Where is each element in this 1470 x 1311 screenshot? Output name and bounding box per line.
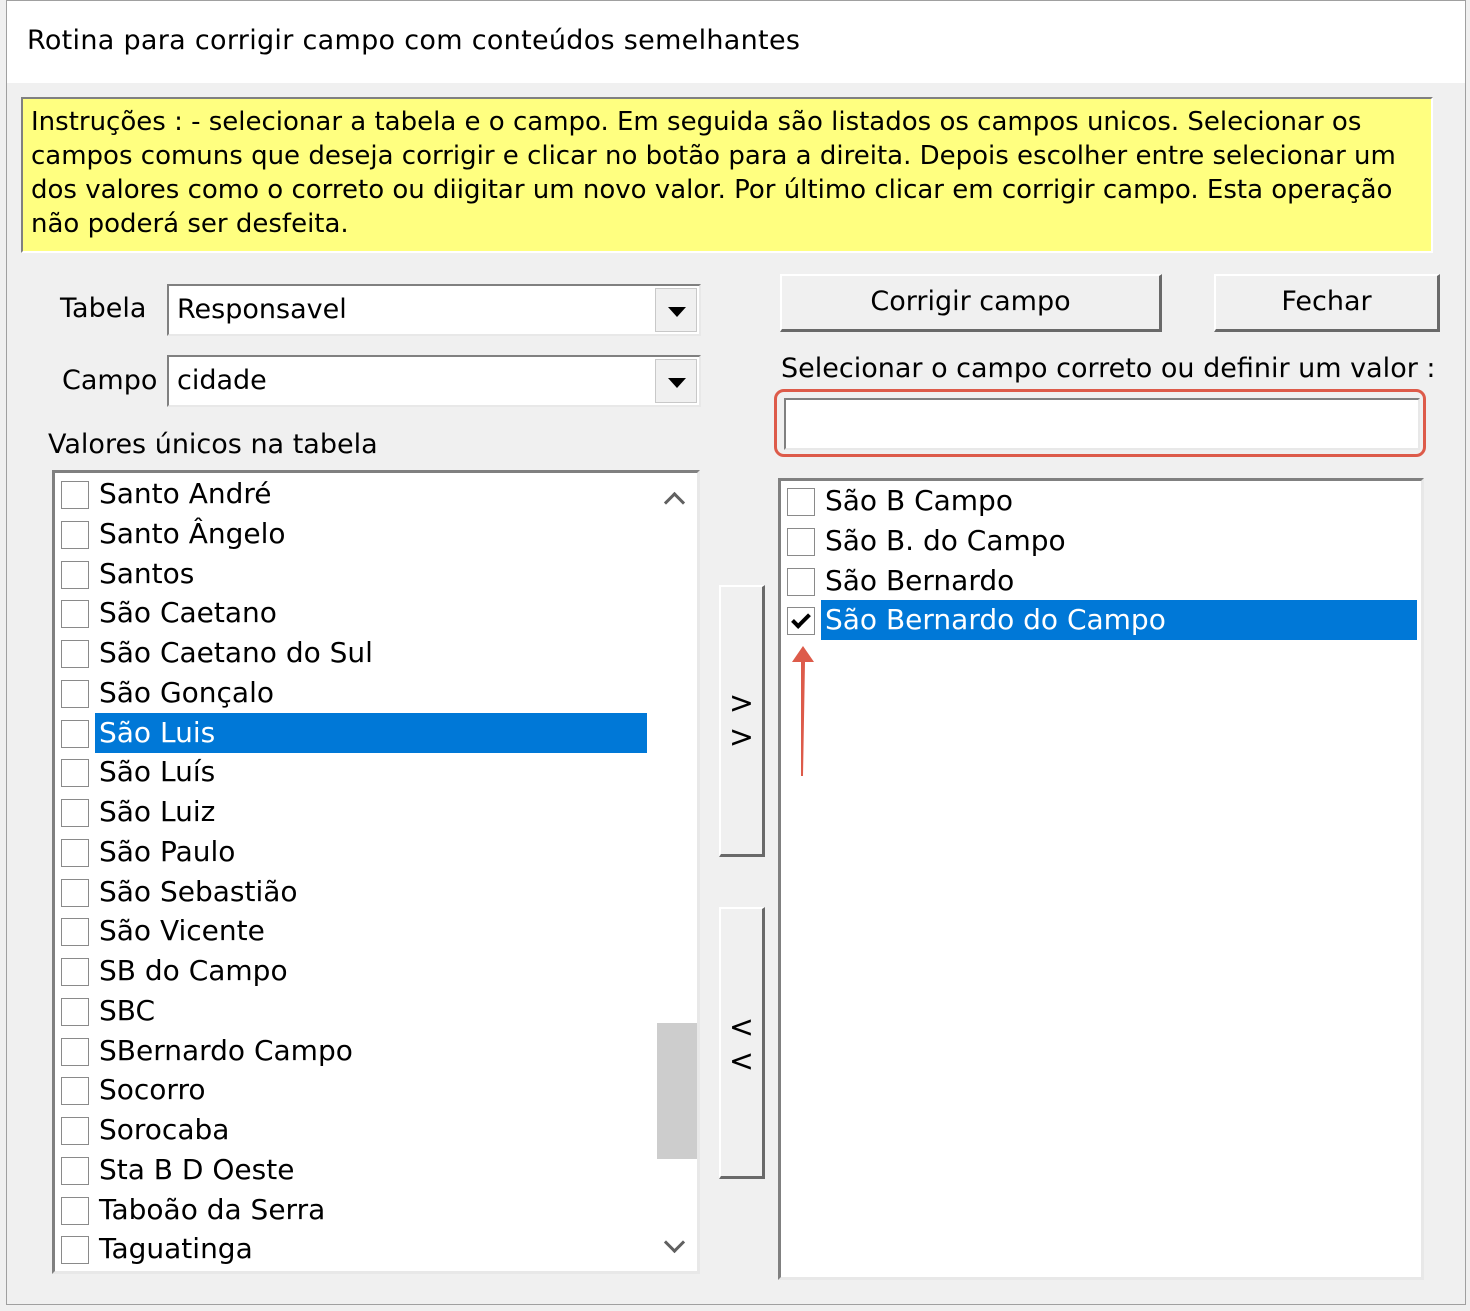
chevron-left-icon: < xyxy=(728,1010,755,1045)
checkbox[interactable] xyxy=(787,567,815,596)
list-item[interactable]: São Luis xyxy=(55,712,697,753)
corrigir-campo-button[interactable]: Corrigir campo xyxy=(780,274,1162,332)
checkbox[interactable] xyxy=(787,488,815,516)
correct-value-input[interactable] xyxy=(784,398,1420,450)
chevron-right-icon: > xyxy=(728,720,755,755)
checkbox[interactable] xyxy=(61,1117,89,1145)
checkbox[interactable] xyxy=(61,799,89,827)
checkbox[interactable] xyxy=(787,527,815,556)
list-item[interactable]: São Caetano xyxy=(55,593,697,633)
list-item[interactable]: São Luiz xyxy=(55,792,697,832)
list-item[interactable]: São Bernardo do Campo xyxy=(781,600,1421,641)
campo-value: cidade xyxy=(177,365,267,396)
checkbox[interactable] xyxy=(61,1077,89,1106)
list-item-label: Santos xyxy=(99,556,195,590)
checkbox[interactable] xyxy=(61,1156,89,1185)
checkbox[interactable] xyxy=(61,679,89,708)
list-item-label: Sta B D Oeste xyxy=(99,1152,295,1186)
list-item[interactable]: São Caetano do Sul xyxy=(55,633,697,673)
list-item-label: São B Campo xyxy=(825,484,1013,517)
checkbox[interactable] xyxy=(61,481,89,509)
list-item[interactable]: São B Campo xyxy=(781,481,1421,521)
unique-values-label: Valores únicos na tabela xyxy=(48,429,378,460)
list-item[interactable]: SBC xyxy=(55,991,697,1031)
list-item[interactable]: SB do Campo xyxy=(55,951,697,991)
checkbox[interactable] xyxy=(61,719,89,748)
checkbox[interactable] xyxy=(61,600,89,629)
checkbox[interactable] xyxy=(61,560,89,589)
checkbox[interactable] xyxy=(61,640,89,668)
list-item-label: Santo Ângelo xyxy=(99,516,286,550)
list-item[interactable]: Taguatinga xyxy=(55,1229,697,1269)
list-item[interactable]: São B. do Campo xyxy=(781,521,1421,561)
list-item[interactable]: Santos xyxy=(55,554,697,594)
list-item-label: Socorro xyxy=(99,1073,206,1107)
checkbox[interactable] xyxy=(61,958,89,986)
list-item-label: SB do Campo xyxy=(99,954,288,987)
list-item[interactable]: SBernardo Campo xyxy=(55,1031,697,1071)
list-item-label: São Caetano do Sul xyxy=(99,636,373,669)
list-item[interactable]: Taboão da Serra xyxy=(55,1190,697,1230)
list-item-label: São Bernardo do Campo xyxy=(821,600,1417,641)
list-item[interactable]: São Bernardo xyxy=(781,561,1421,601)
select-correct-label: Selecionar o campo correto ou definir um… xyxy=(781,353,1436,384)
campo-label: Campo xyxy=(62,365,158,396)
list-item-label: São Gonçalo xyxy=(99,675,274,709)
checkbox[interactable] xyxy=(61,997,89,1026)
tabela-label: Tabela xyxy=(60,293,147,324)
list-item[interactable]: Sta B D Oeste xyxy=(55,1150,697,1190)
title-bar: Rotina para corrigir campo com conteúdos… xyxy=(7,1,1465,83)
list-item-label: SBernardo Campo xyxy=(99,1033,353,1067)
checkbox[interactable] xyxy=(61,918,89,947)
window-title: Rotina para corrigir campo com conteúdos… xyxy=(27,25,801,56)
list-item[interactable]: São Gonçalo xyxy=(55,673,697,713)
list-item-label: São Vicente xyxy=(99,914,265,948)
list-item-label: Santo André xyxy=(99,477,272,510)
list-item[interactable]: São Vicente xyxy=(55,911,697,951)
checkbox[interactable] xyxy=(61,759,89,788)
list-item-label: Sorocaba xyxy=(99,1113,230,1146)
chevron-left-icon: < xyxy=(728,1044,755,1079)
selected-values-listbox[interactable]: São B Campo São B. do Campo São Bernardo Sã… xyxy=(778,478,1424,1280)
checkmark-icon xyxy=(791,609,811,630)
list-item[interactable]: Socorro xyxy=(55,1070,697,1110)
list-item-label: Taboão da Serra xyxy=(99,1192,326,1226)
checkbox[interactable] xyxy=(61,1037,89,1066)
list-item-label: São Luiz xyxy=(99,795,216,828)
campo-combobox[interactable]: cidade xyxy=(167,355,701,407)
checkbox[interactable] xyxy=(787,607,815,636)
chevron-right-icon: > xyxy=(728,686,755,721)
list-item-label: São Luis xyxy=(95,712,647,753)
list-item-label: Taguatinga xyxy=(99,1232,253,1266)
checkbox[interactable] xyxy=(61,1236,89,1265)
list-item[interactable]: São Sebastião xyxy=(55,872,697,912)
list-item-label: São Caetano xyxy=(99,596,277,630)
list-item[interactable]: São Luís xyxy=(55,752,697,792)
list-item-label: São Luís xyxy=(99,755,216,789)
list-item-label: São Sebastião xyxy=(99,874,298,908)
list-item-label: São Bernardo xyxy=(825,563,1015,597)
list-item-label: São B. do Campo xyxy=(825,523,1066,557)
checkbox[interactable] xyxy=(61,878,89,907)
list-item[interactable]: Santo Ângelo xyxy=(55,514,697,554)
tabela-value: Responsavel xyxy=(177,294,347,325)
tabela-combobox[interactable]: Responsavel xyxy=(167,284,701,336)
list-item[interactable]: Sorocaba xyxy=(55,1110,697,1150)
checkbox[interactable] xyxy=(61,838,89,867)
list-item[interactable]: Santo André xyxy=(55,474,697,514)
instructions-panel: Instruções : - selecionar a tabela e o c… xyxy=(21,97,1433,253)
move-left-button[interactable]: < < xyxy=(719,907,765,1179)
chevron-down-icon[interactable] xyxy=(655,288,697,332)
list-item-label: SBC xyxy=(99,993,156,1027)
annotation-arrow-icon xyxy=(792,646,814,776)
list-item[interactable]: São Paulo xyxy=(55,832,697,872)
list-item-label: São Paulo xyxy=(99,834,236,868)
unique-values-listbox[interactable]: Santo André Santo Ângelo Santos São Caetano… xyxy=(52,470,700,1274)
fechar-button[interactable]: Fechar xyxy=(1214,274,1440,332)
chevron-down-icon[interactable] xyxy=(655,359,697,403)
checkbox[interactable] xyxy=(61,1196,89,1225)
checkbox[interactable] xyxy=(61,520,89,549)
move-right-button[interactable]: > > xyxy=(719,585,765,857)
